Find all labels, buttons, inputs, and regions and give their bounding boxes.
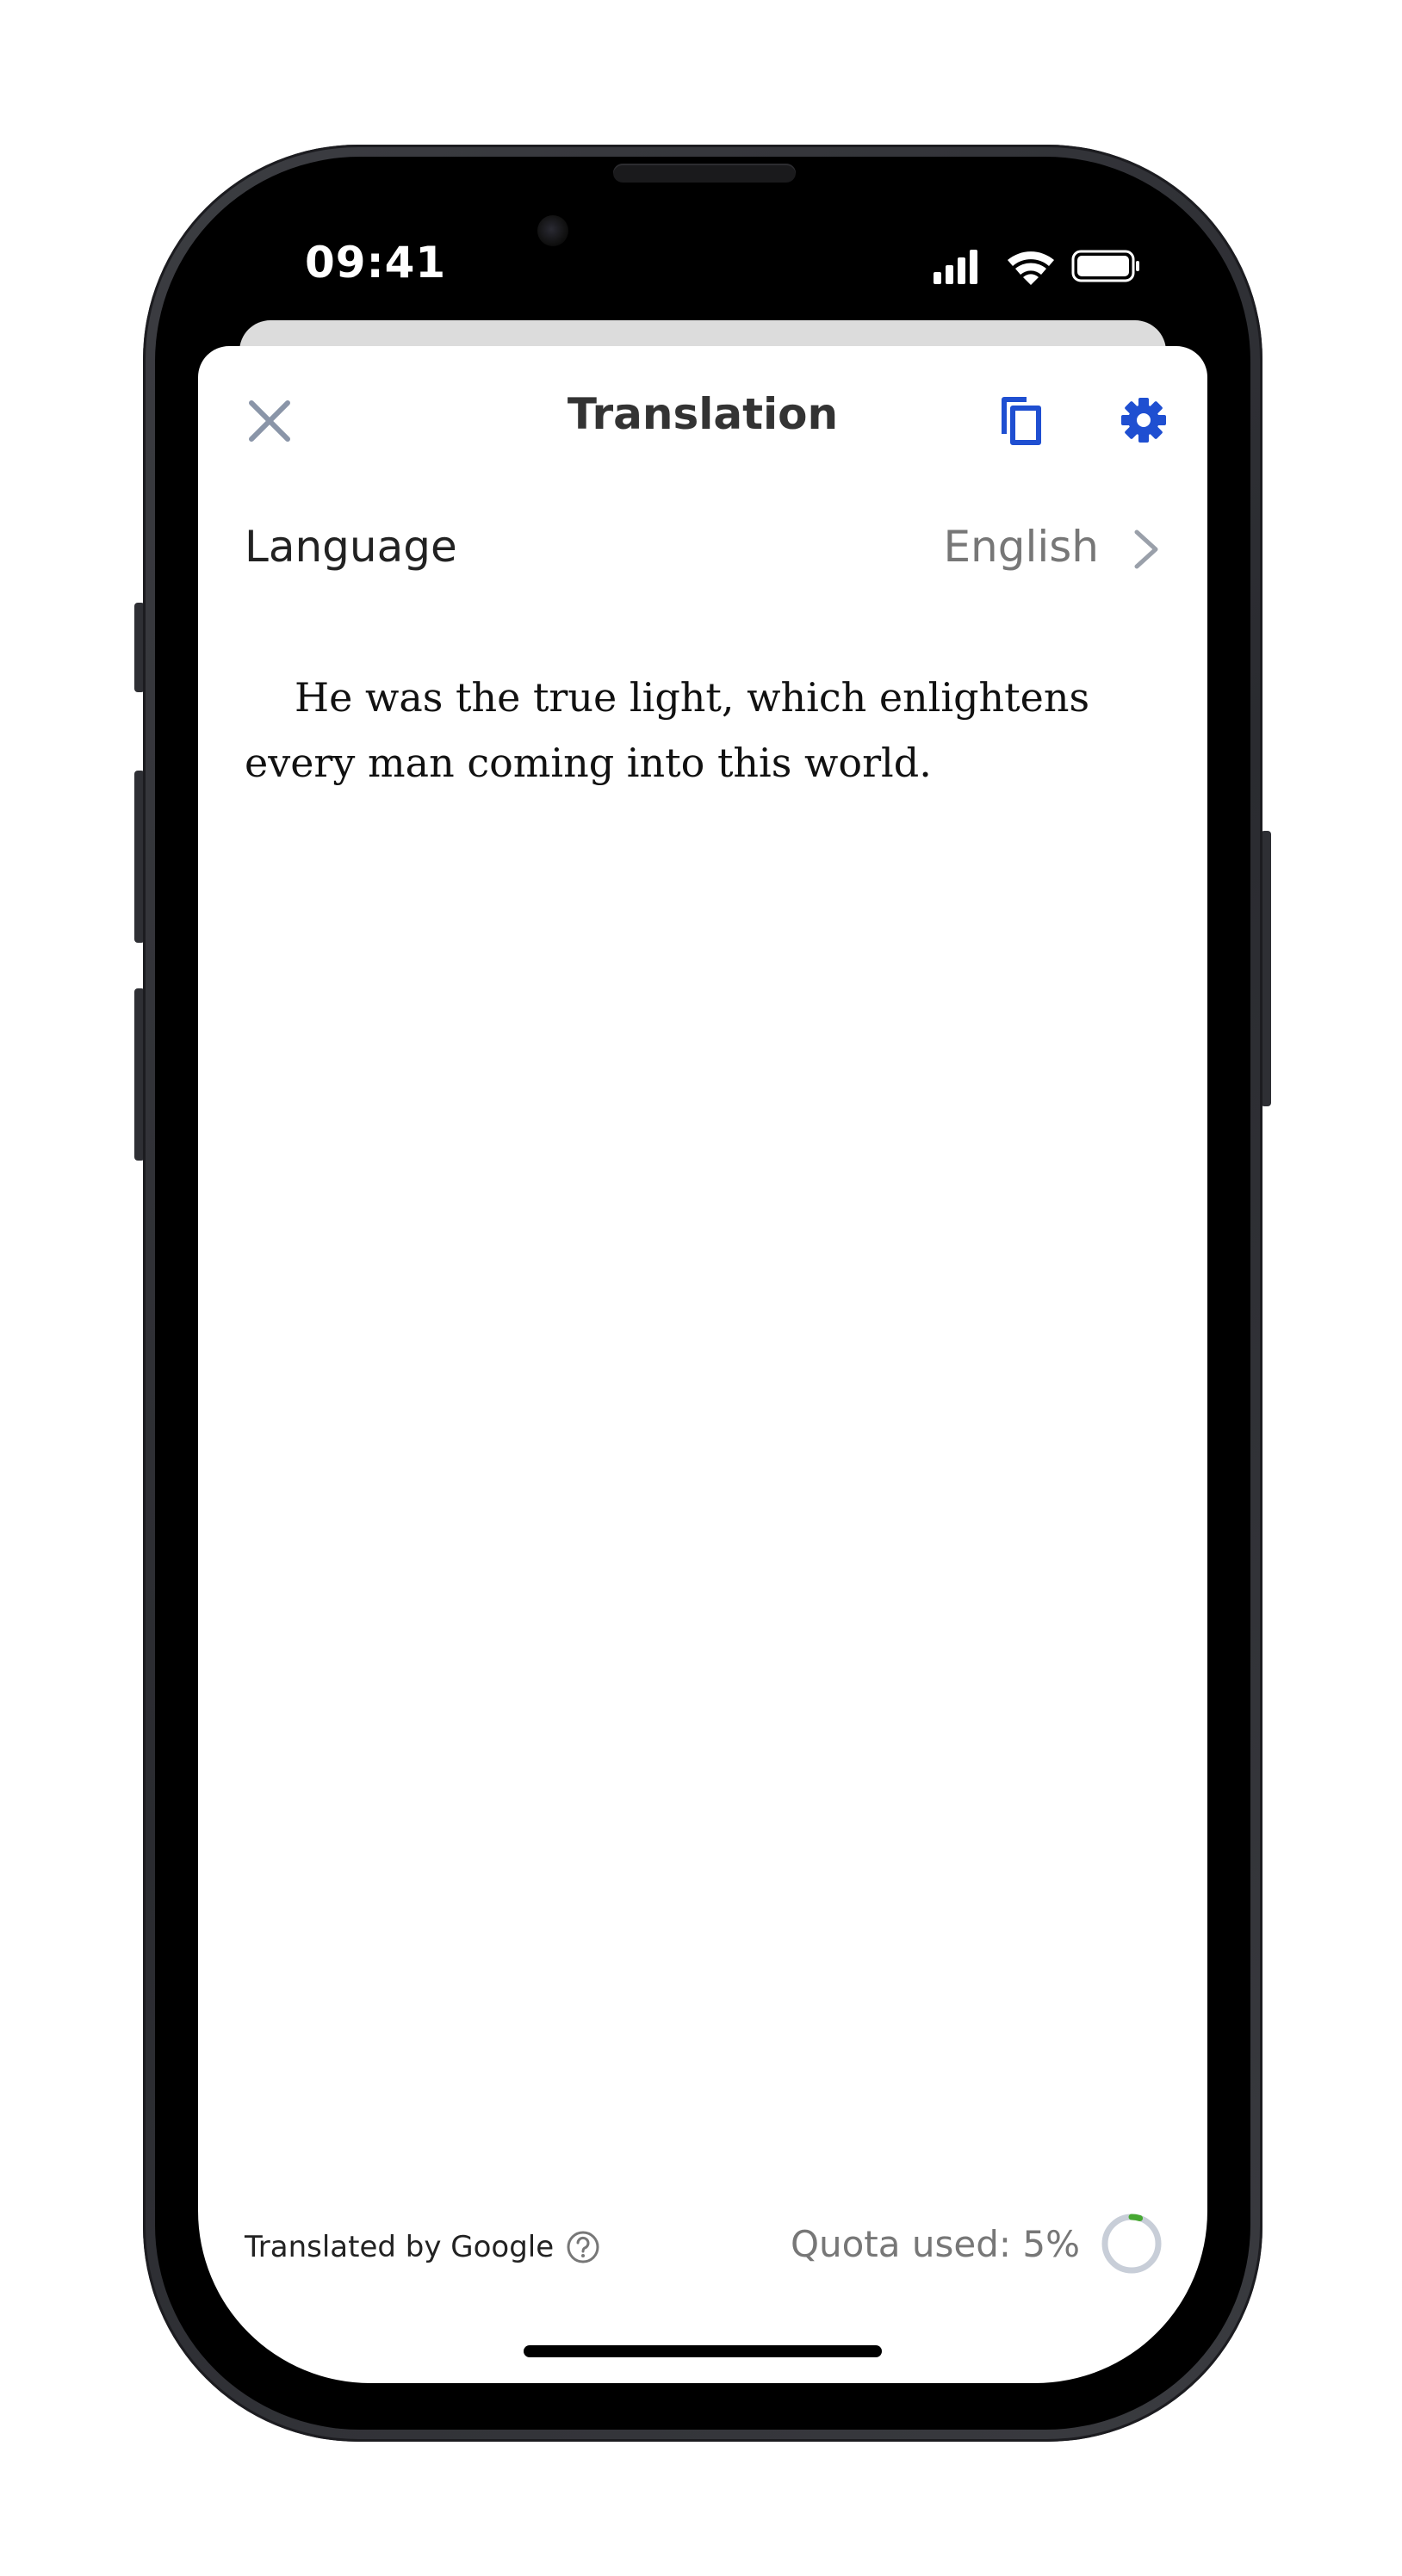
- status-icons: [934, 250, 1139, 285]
- battery-icon: [1071, 250, 1139, 282]
- copy-icon[interactable]: [992, 391, 1051, 449]
- quota-indicator: Quota used: 5%: [791, 2209, 1164, 2278]
- credit-label: Translated by Google: [245, 2230, 555, 2264]
- wifi-icon: [1008, 251, 1054, 285]
- status-time: 09:41: [305, 238, 447, 288]
- translation-sheet: Translation Language English He was the …: [198, 346, 1207, 2383]
- gear-icon[interactable]: [1114, 391, 1173, 449]
- quota-ring: [1101, 2214, 1162, 2274]
- question-circle-icon[interactable]: [566, 2230, 600, 2264]
- language-label: Language: [245, 522, 457, 572]
- home-indicator: [524, 2345, 882, 2357]
- translation-credit: Translated by Google: [245, 2221, 600, 2273]
- earpiece-speaker: [613, 164, 796, 183]
- front-camera: [537, 215, 568, 246]
- language-value: English: [943, 522, 1099, 572]
- translation-text: He was the true light, which enlightens …: [245, 674, 1090, 786]
- cellular-signal-icon: [934, 250, 977, 284]
- chevron-right-icon: [1134, 529, 1158, 569]
- language-row[interactable]: Language English: [245, 510, 1171, 587]
- quota-label: Quota used: 5%: [790, 2222, 1080, 2265]
- sheet-title: Translation: [567, 389, 839, 439]
